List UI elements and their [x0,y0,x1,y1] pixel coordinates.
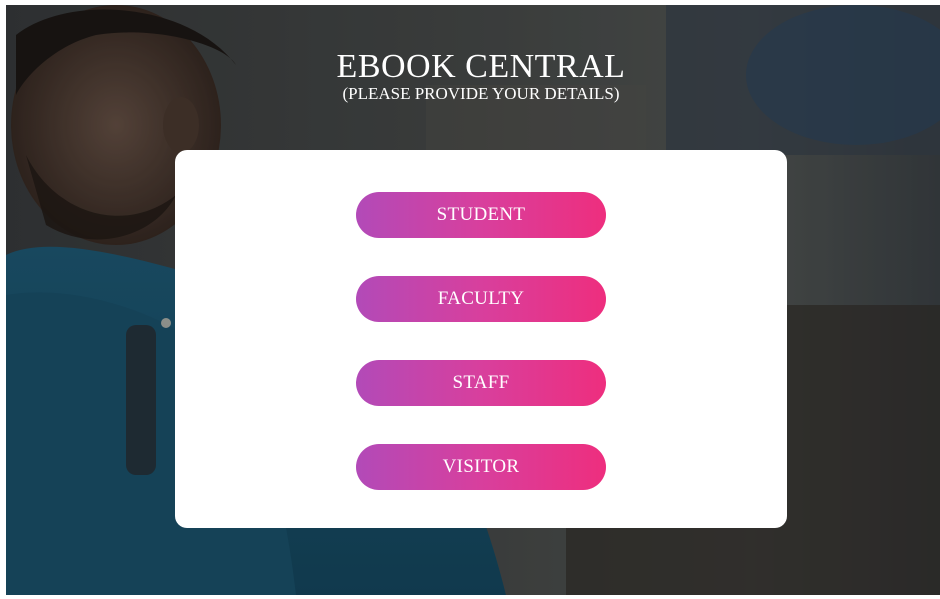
staff-button[interactable]: STAFF [356,360,606,406]
role-selection-card: STUDENT FACULTY STAFF VISITOR [175,150,787,528]
faculty-button[interactable]: FACULTY [356,276,606,322]
student-button[interactable]: STUDENT [356,192,606,238]
visitor-button[interactable]: VISITOR [356,444,606,490]
page-title: EBOOK CENTRAL [336,48,626,85]
page-header: EBOOK CENTRAL (PLEASE PROVIDE YOUR DETAI… [0,49,940,104]
page: EBOOK CENTRAL (PLEASE PROVIDE YOUR DETAI… [0,0,940,599]
page-subtitle: (PLEASE PROVIDE YOUR DETAILS) [342,84,620,103]
